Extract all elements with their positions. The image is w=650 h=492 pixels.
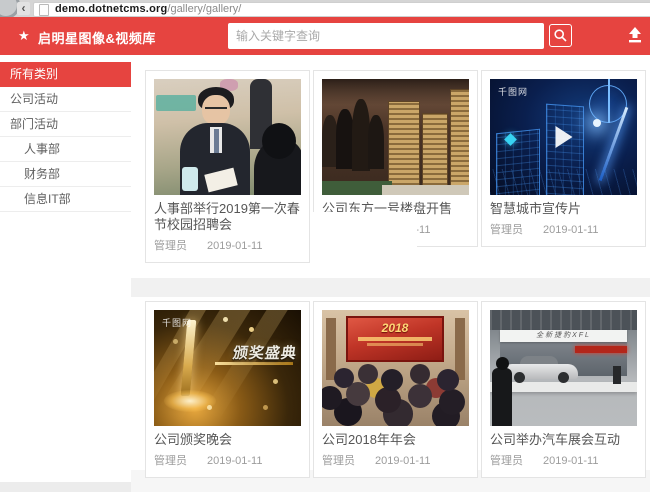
card-title[interactable]: 公司举办汽车展会互动 [490,432,637,448]
page-icon [39,4,49,16]
car-wheel [514,372,525,383]
category-list: 所有类别 公司活动 部门活动 人事部 财务部 信息IT部 [0,62,131,212]
person-head [496,357,509,370]
sidebar-item-department-events[interactable]: 部门活动 [0,112,131,137]
card-meta: 管理员 2019-01-11 [490,454,637,469]
interviewer-head [262,123,296,159]
app-header: ★ 启明星图像&视频库 [0,17,650,55]
star-icon: ★ [18,28,30,44]
gallery-row: 千图网 颁奖盛典 公司颁奖晚会 管理员 2019-01-11 [131,301,650,478]
sidebar-item-company-events[interactable]: 公司活动 [0,87,131,112]
banner-strip: 全新捷豹XFL [500,330,627,342]
stage-year-text: 2018 [348,321,442,335]
card-title[interactable]: 公司颁奖晚会 [154,432,301,448]
upload-icon[interactable] [627,26,643,44]
brand-title: 启明星图像&视频库 [38,28,156,47]
person-silhouette [613,366,621,384]
sparkle-dots [154,310,157,313]
card-meta: 管理员 2019-01-11 [154,239,301,254]
building-model [388,101,420,189]
gala-title-text: 颁奖盛典 [232,342,299,363]
browser-chrome: ‹ demo.dotnetcms.org /gallery/gallery/ [0,0,650,17]
search-icon [553,28,568,43]
building-model [450,89,469,191]
card-title[interactable]: 智慧城市宣传片 [490,201,637,217]
gold-burst [164,390,216,412]
sidebar-item-finance-dept[interactable]: 财务部 [0,162,131,187]
table-shape [156,95,196,111]
back-icon[interactable]: ‹ [17,2,30,15]
card-author: 管理员 [490,223,523,238]
gallery-grid: 人事部举行2019第一次春节校园招聘会 管理员 2019-01-11 [131,55,650,492]
white-overlay-artifact [313,212,417,260]
background-footer-strip [0,482,131,492]
address-bar[interactable]: demo.dotnetcms.org /gallery/gallery/ [33,2,650,17]
light-glow [593,119,601,127]
thumbnail-annual-meeting[interactable]: 2018 [322,310,469,426]
person-silhouette [492,368,512,426]
wood-pillar [455,318,465,380]
banner-text: 全新捷豹XFL [500,330,627,342]
gallery-card[interactable]: 千图网 颁奖盛典 公司颁奖晚会 管理员 2019-01-11 [145,301,310,478]
card-date: 2019-01-11 [207,454,262,469]
wood-pillar [326,318,336,380]
card-date: 2019-01-11 [543,454,598,469]
card-author: 管理员 [154,454,187,469]
sidebar-item-all-categories[interactable]: 所有类别 [0,62,131,87]
play-icon[interactable] [555,126,572,148]
sidebar-item-hr-dept[interactable]: 人事部 [0,137,131,162]
tie-shape [214,129,219,153]
url-host: demo.dotnetcms.org [55,3,167,16]
gallery-card[interactable]: 公司东方一号楼盘开售 管理员 2019-01-11 [313,70,478,247]
url-path: /gallery/gallery/ [167,3,241,16]
model-base [382,185,469,195]
thumbnail-smart-city-video[interactable]: 千图网 [490,79,637,195]
gallery-card[interactable]: 千图网 智慧城市宣传片 管理员 2019-01-11 [481,70,646,247]
search-input[interactable] [228,23,544,49]
led-sign [575,346,627,353]
thumbnail-car-show[interactable]: 全新捷豹XFL [490,310,637,426]
card-date: 2019-01-11 [375,454,430,469]
card-meta: 管理员 2019-01-11 [154,454,301,469]
glasses-shape [205,107,227,109]
tower-spire [608,79,610,123]
card-title[interactable]: 公司2018年年会 [322,432,469,448]
crowd-silhouettes [322,310,334,322]
wireframe-floor [490,169,637,195]
browser-window: ‹ demo.dotnetcms.org /gallery/gallery/ ★… [0,0,650,492]
thumbnail-property-launch[interactable] [322,79,469,195]
card-date: 2019-01-11 [207,239,262,254]
watermark-text: 千图网 [162,316,192,329]
stage-text-bar [358,337,432,341]
search-button[interactable] [549,24,572,47]
sidebar-item-it-dept[interactable]: 信息IT部 [0,187,131,212]
gallery-card[interactable]: 2018 公司2018年年会 管理员 2019-01-11 [313,301,478,478]
card-author: 管理员 [490,454,523,469]
sidebar: 所有类别 公司活动 部门活动 人事部 财务部 信息IT部 [0,55,131,482]
thumbnail-recruitment-fair[interactable] [154,79,301,195]
gallery-card[interactable]: 全新捷豹XFL 公司举办汽车展会互动 管理员 2019-01-11 [481,301,646,478]
person-face [202,95,230,125]
card-meta: 管理员 2019-01-11 [490,223,637,238]
gallery-row: 人事部举行2019第一次春节校园招聘会 管理员 2019-01-11 [131,70,650,263]
card-date: 2019-01-11 [543,223,598,238]
car-wheel [558,372,569,383]
card-author: 管理员 [154,239,187,254]
stage-screen: 2018 [346,316,444,362]
thumbnail-award-gala[interactable]: 千图网 颁奖盛典 [154,310,301,426]
card-title[interactable]: 人事部举行2019第一次春节校园招聘会 [154,201,301,233]
building-glass [490,310,637,330]
cup-shape [182,167,198,191]
gallery-card[interactable]: 人事部举行2019第一次春节校园招聘会 管理员 2019-01-11 [145,70,310,263]
watermark-text: 千图网 [498,85,528,98]
card-meta: 管理员 2019-01-11 [322,454,469,469]
stage-text-bar [367,343,423,346]
building-model [422,113,448,189]
card-author: 管理员 [322,454,355,469]
person-silhouette [368,115,384,169]
